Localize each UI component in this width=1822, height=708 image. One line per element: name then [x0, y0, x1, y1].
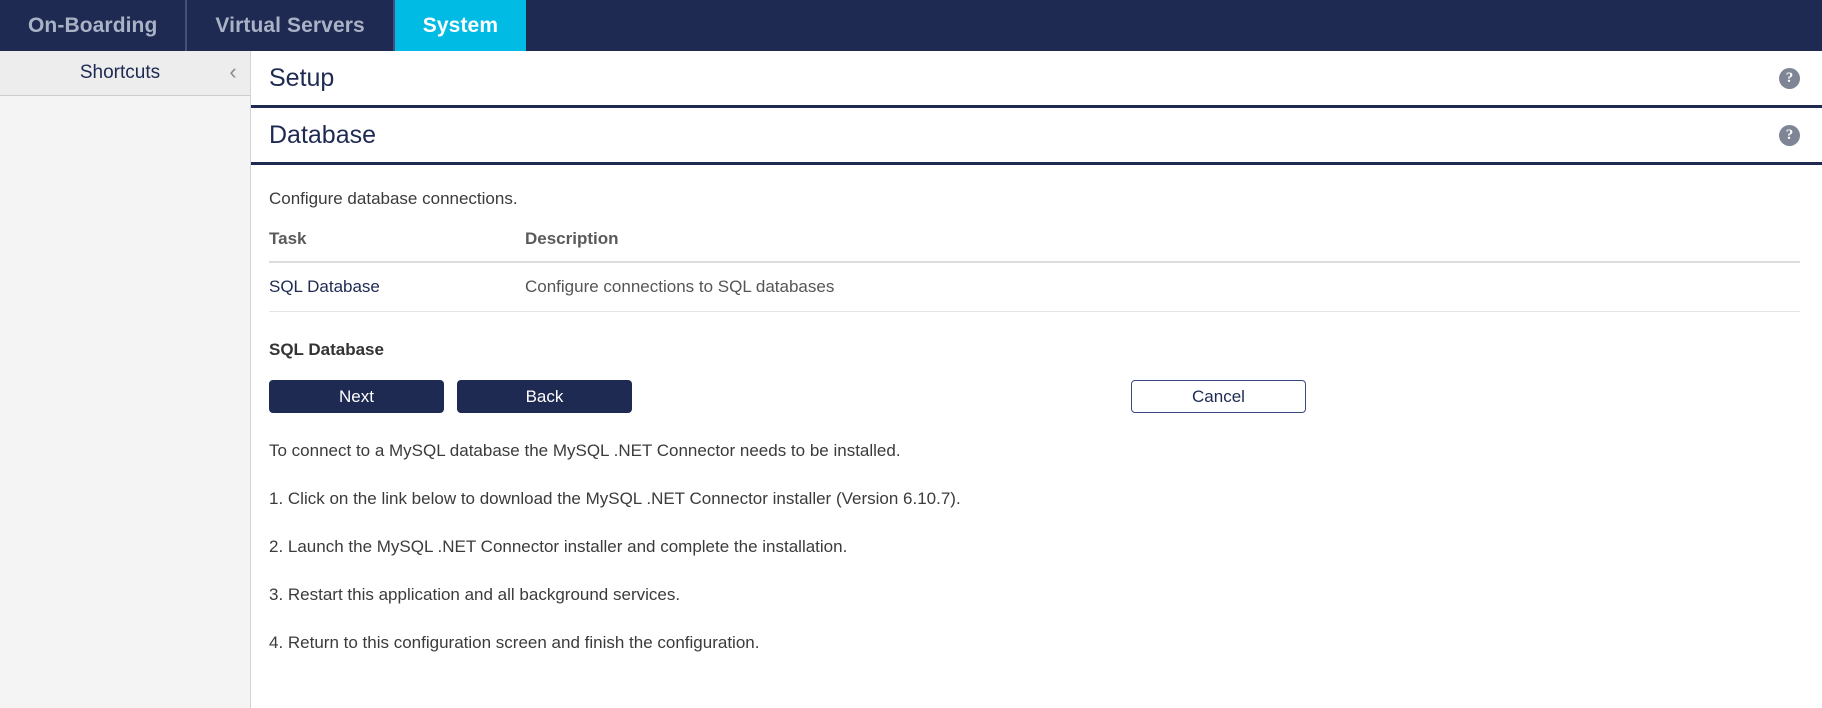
table-row: SQL Database Configure connections to SQ… — [269, 262, 1800, 312]
table-cell-description: Configure connections to SQL databases — [525, 262, 1800, 312]
subsection-title: SQL Database — [269, 340, 384, 359]
chevron-left-icon[interactable]: ‹ — [216, 60, 250, 86]
instruction-lead: To connect to a MySQL database the MySQL… — [269, 441, 901, 460]
intro-text: Configure database connections. — [269, 189, 518, 208]
nav-tab-label: System — [422, 13, 499, 37]
help-icon-database[interactable]: ? — [1779, 124, 1800, 146]
instruction-step-2: 2. Launch the MySQL .NET Connector insta… — [269, 537, 848, 556]
cancel-button[interactable]: Cancel — [1131, 380, 1306, 413]
back-button[interactable]: Back — [457, 380, 632, 413]
table-cell-task: SQL Database — [269, 262, 525, 312]
task-link-sql-database[interactable]: SQL Database — [269, 277, 380, 296]
nav-tab-virtual-servers[interactable]: Virtual Servers — [185, 0, 392, 51]
column-header-description: Description — [525, 229, 1800, 263]
help-icon-setup[interactable]: ? — [1779, 67, 1800, 89]
sidebar: Shortcuts ‹ — [0, 51, 251, 708]
top-navigation-bar: On-Boarding Virtual Servers System — [0, 0, 1822, 51]
section-title-bar: Database ? — [251, 108, 1822, 165]
sidebar-shortcut-list — [0, 96, 250, 708]
nav-tab-on-boarding[interactable]: On-Boarding — [0, 0, 185, 51]
app-body: Shortcuts ‹ Setup ? Database ? Configure… — [0, 51, 1822, 708]
content-area: Configure database connections. Task Des… — [251, 165, 1822, 708]
nav-tab-label: On-Boarding — [28, 13, 158, 37]
table-header-row: Task Description — [269, 229, 1800, 263]
button-row: Next Back Cancel — [269, 380, 1800, 413]
column-header-task: Task — [269, 229, 525, 263]
main-content: Setup ? Database ? Configure database co… — [251, 51, 1822, 708]
instruction-step-1: 1. Click on the link below to download t… — [269, 489, 961, 508]
instruction-step-4: 4. Return to this configuration screen a… — [269, 633, 760, 652]
nav-tab-label: Virtual Servers — [215, 13, 365, 37]
instruction-step-3: 3. Restart this application and all back… — [269, 585, 681, 604]
next-button[interactable]: Next — [269, 380, 444, 413]
page-title-bar: Setup ? — [251, 51, 1822, 108]
nav-tab-system[interactable]: System — [392, 0, 527, 51]
sidebar-header[interactable]: Shortcuts ‹ — [0, 51, 250, 96]
section-title: Database — [269, 120, 377, 149]
sidebar-title: Shortcuts — [79, 62, 161, 83]
instructions-block: To connect to a MySQL database the MySQL… — [269, 441, 1800, 653]
task-table: Task Description SQL Database Configure … — [269, 229, 1800, 312]
page-title: Setup — [269, 63, 335, 92]
